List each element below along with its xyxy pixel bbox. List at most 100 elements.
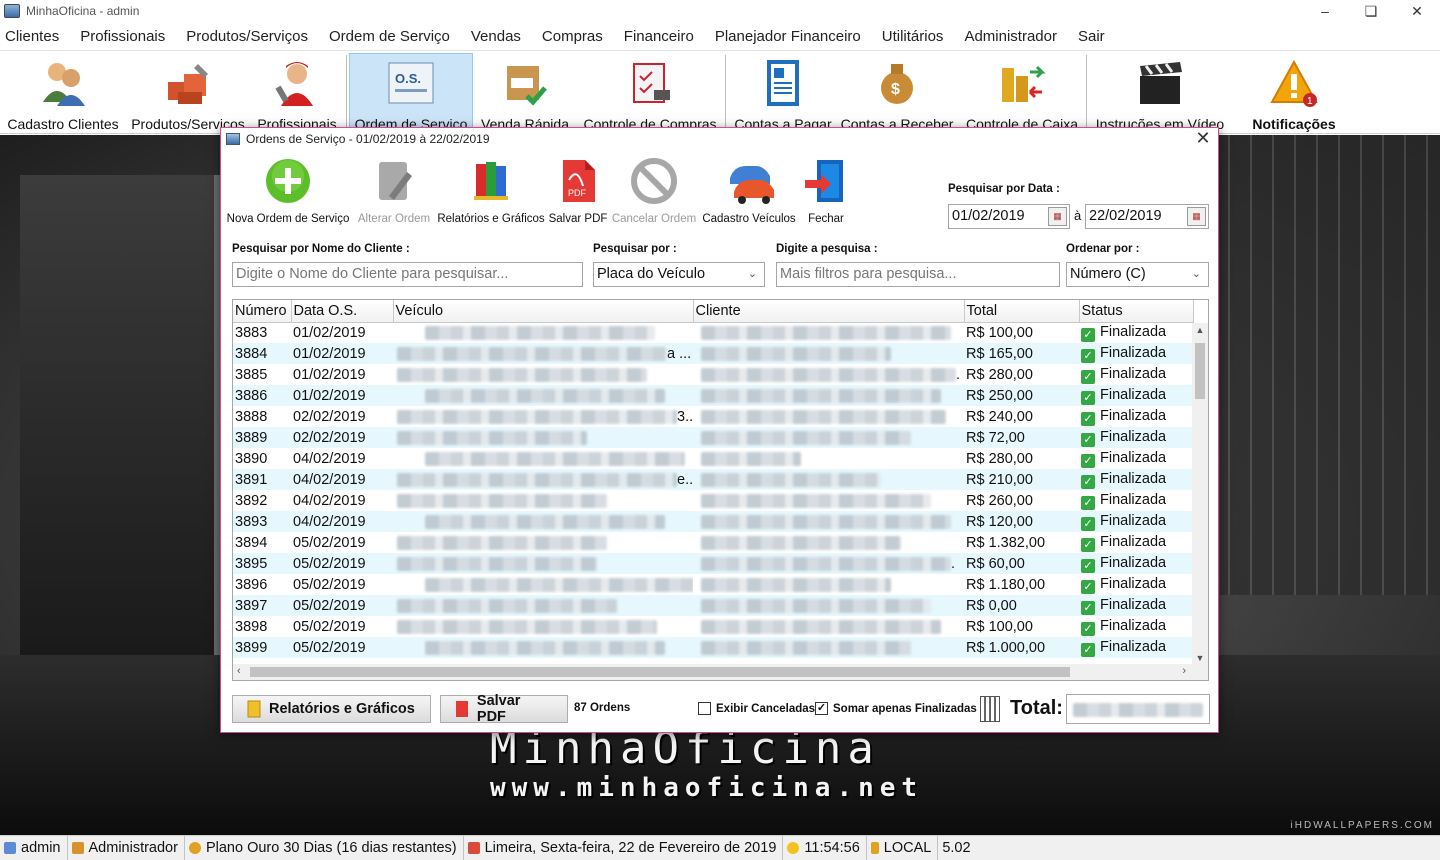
exit-door-icon xyxy=(801,156,851,206)
column-header-total[interactable]: Total xyxy=(964,300,1080,323)
table-row[interactable]: 3884 01/02/2019 a ... R$ 165,00 ✓ Finalizada xyxy=(233,343,1193,364)
scroll-right-icon[interactable]: › xyxy=(1182,665,1186,677)
menu-planejador-financeiro[interactable]: Planejador Financeiro xyxy=(710,28,871,45)
relatorios-graficos-button[interactable]: Relatórios e Gráficos xyxy=(437,156,545,225)
scroll-thumb[interactable] xyxy=(1195,343,1205,399)
scroll-up-icon[interactable]: ▲ xyxy=(1192,325,1208,335)
calendar-icon[interactable]: ▦ xyxy=(1048,207,1067,226)
notificacoes-button[interactable]: 1 Notificações xyxy=(1244,53,1344,133)
column-header-data[interactable]: Data O.S. xyxy=(291,300,394,323)
scroll-left-icon[interactable]: ‹ xyxy=(237,665,241,677)
svg-text:PDF: PDF xyxy=(568,188,587,198)
menu-financeiro[interactable]: Financeiro xyxy=(619,28,704,45)
table-row[interactable]: 389104/02/2019e... R$ 210,00✓Finalizada xyxy=(233,469,1193,490)
cell-numero: 3891 xyxy=(233,469,291,490)
redacted-client xyxy=(701,388,941,403)
scroll-thumb[interactable] xyxy=(250,667,1070,677)
minimize-button[interactable]: – xyxy=(1302,0,1348,22)
instrucoes-em-video-button[interactable]: Instruções em Vídeo xyxy=(1090,53,1230,133)
ordem-de-servico-button[interactable]: O.S. Ordem de Serviço xyxy=(349,53,473,133)
controle-de-compras-button[interactable]: Controle de Compras xyxy=(577,53,723,133)
menu-administrador[interactable]: Administrador xyxy=(959,28,1067,45)
cell-status: ✓ Finalizada xyxy=(1079,385,1193,406)
cadastro-veiculos-button[interactable]: Cadastro Veículos xyxy=(701,156,797,225)
contas-a-receber-button[interactable]: $ Contas a Receber xyxy=(838,53,956,133)
date-from-field[interactable]: 01/02/2019 ▦ xyxy=(948,204,1070,229)
dialog-close-button[interactable]: ✕ xyxy=(1194,129,1212,147)
menu-vendas[interactable]: Vendas xyxy=(466,28,531,45)
nova-ordem-button[interactable]: Nova Ordem de Serviço xyxy=(225,156,351,225)
venda-rapida-button[interactable]: Venda Rápida xyxy=(475,53,575,133)
table-row[interactable]: 3889 02/02/2019 R$ 72,00 ✓ Finalizada xyxy=(233,427,1193,448)
contas-a-pagar-button[interactable]: Contas a Pagar xyxy=(731,53,835,133)
vertical-scrollbar[interactable]: ▲ ▼ xyxy=(1192,323,1208,665)
table-row[interactable]: 3895 05/02/2019. R$ 60,00 ✓ Finalizada xyxy=(233,553,1193,574)
salvar-pdf-button[interactable]: PDF Salvar PDF xyxy=(549,156,607,225)
table-row[interactable]: 3885 01/02/2019. R$ 280,00 ✓ Finalizada xyxy=(233,364,1193,385)
checkbox-unchecked[interactable] xyxy=(698,702,711,715)
order-by-select[interactable]: Número (C) ⌄ xyxy=(1066,262,1209,287)
table-row[interactable]: 3883 01/02/2019 R$ 100,00 ✓ Finalizada xyxy=(233,322,1193,343)
table-row[interactable]: 3893 04/02/2019 R$ 120,00 ✓ Finalizada xyxy=(233,511,1193,532)
menu-ordem-de-servico[interactable]: Ordem de Serviço xyxy=(324,28,460,45)
calendar-icon[interactable]: ▦ xyxy=(1187,207,1206,226)
table-header-row: Número Data O.S. Veículo Cliente Total S… xyxy=(233,300,1194,323)
cell-cliente xyxy=(693,490,964,511)
checkbox-checked[interactable]: ✓ xyxy=(815,702,828,715)
menu-compras[interactable]: Compras xyxy=(537,28,613,45)
scroll-down-icon[interactable]: ▼ xyxy=(1192,653,1208,663)
query-input[interactable]: Mais filtros para pesquisa... xyxy=(776,262,1060,287)
calculator-icon[interactable] xyxy=(980,696,1000,722)
date-to-field[interactable]: 22/02/2019 ▦ xyxy=(1085,204,1209,229)
controle-de-caixa-button[interactable]: Controle de Caixa xyxy=(960,53,1084,133)
redacted-vehicle xyxy=(397,472,677,487)
sum-finalized-checkbox[interactable]: ✓ Somar apenas Finalizadas xyxy=(815,702,977,715)
table-row[interactable]: 3897 05/02/2019 R$ 0,00 ✓ Finalizada xyxy=(233,595,1193,616)
cell-status: ✓ Finalizada xyxy=(1079,406,1193,427)
cancelar-ordem-button[interactable]: Cancelar Ordem xyxy=(611,156,697,225)
cell-data: 01/02/2019 xyxy=(291,343,393,364)
footer-pdf-button[interactable]: Salvar PDF xyxy=(440,693,568,725)
table-row[interactable]: 3898 05/02/2019 R$ 100,00 ✓ Finalizada xyxy=(233,616,1193,637)
cell-cliente: . xyxy=(693,553,964,574)
cell-total: R$ 280,00 xyxy=(966,450,1033,467)
produtos-servicos-button[interactable]: Produtos/Servicos xyxy=(126,53,250,133)
profissionais-button[interactable]: Profissionais xyxy=(252,53,342,133)
column-header-veiculo[interactable]: Veículo xyxy=(393,300,694,323)
quick-sale-icon xyxy=(499,57,551,109)
search-by-select[interactable]: Placa do Veículo ⌄ xyxy=(593,262,765,287)
cadastro-clientes-button[interactable]: Cadastro Clientes xyxy=(3,53,123,133)
cell-cliente xyxy=(693,616,964,637)
cell-data: 04/02/2019 xyxy=(293,492,366,509)
menu-profissionais[interactable]: Profissionais xyxy=(75,28,175,45)
orders-table[interactable]: Número Data O.S. Veículo Cliente Total S… xyxy=(232,299,1209,681)
close-window-button[interactable]: ✕ xyxy=(1394,0,1440,22)
fechar-button[interactable]: Fechar xyxy=(801,156,851,225)
table-row[interactable]: 3892 04/02/2019 R$ 260,00 ✓ Finalizada xyxy=(233,490,1193,511)
column-header-cliente[interactable]: Cliente xyxy=(693,300,965,323)
table-row[interactable]: 3894 05/02/2019 R$ 1.382,00 ✓ Finalizada xyxy=(233,532,1193,553)
menu-utilitarios[interactable]: Utilitários xyxy=(877,28,954,45)
table-row[interactable]: 3886 01/02/2019 R$ 250,00 ✓ Finalizada xyxy=(233,385,1193,406)
table-row[interactable]: 3890 04/02/2019 R$ 280,00 ✓ Finalizada xyxy=(233,448,1193,469)
column-header-numero[interactable]: Número xyxy=(233,300,292,323)
query-label: Digite a pesquisa : xyxy=(776,243,878,255)
window-title: MinhaOficina - admin xyxy=(26,4,140,18)
table-row[interactable]: 3888 02/02/2019 3... R$ 240,00 ✓Finalizada xyxy=(233,406,1193,427)
table-row[interactable]: 3899 05/02/2019 R$ 1.000,00 ✓ Finalizada xyxy=(233,637,1193,658)
redacted-client xyxy=(701,535,901,550)
menu-clientes[interactable]: Clientes xyxy=(0,28,69,45)
status-user: admin xyxy=(0,835,68,860)
cell-status: ✓ Finalizada xyxy=(1079,427,1193,448)
menu-produtos-servicos[interactable]: Produtos/Serviços xyxy=(181,28,318,45)
client-search-input[interactable]: Digite o Nome do Cliente para pesquisar.… xyxy=(232,262,583,287)
footer-relatorios-button[interactable]: Relatórios e Gráficos xyxy=(232,695,431,723)
show-cancelled-checkbox[interactable]: Exibir Canceladas xyxy=(698,702,815,715)
column-header-status[interactable]: Status xyxy=(1079,300,1194,323)
alterar-ordem-button[interactable]: Alterar Ordem xyxy=(355,156,433,225)
menu-sair[interactable]: Sair xyxy=(1073,28,1115,45)
horizontal-scrollbar[interactable]: ‹ › xyxy=(233,664,1208,680)
title-bar: MinhaOficina - admin – ❏ ✕ xyxy=(0,0,1440,22)
table-row[interactable]: 3896 05/02/2019 3r.. R$ 1.180,00 ✓Finalizada xyxy=(233,574,1193,595)
restore-button[interactable]: ❏ xyxy=(1348,0,1394,22)
